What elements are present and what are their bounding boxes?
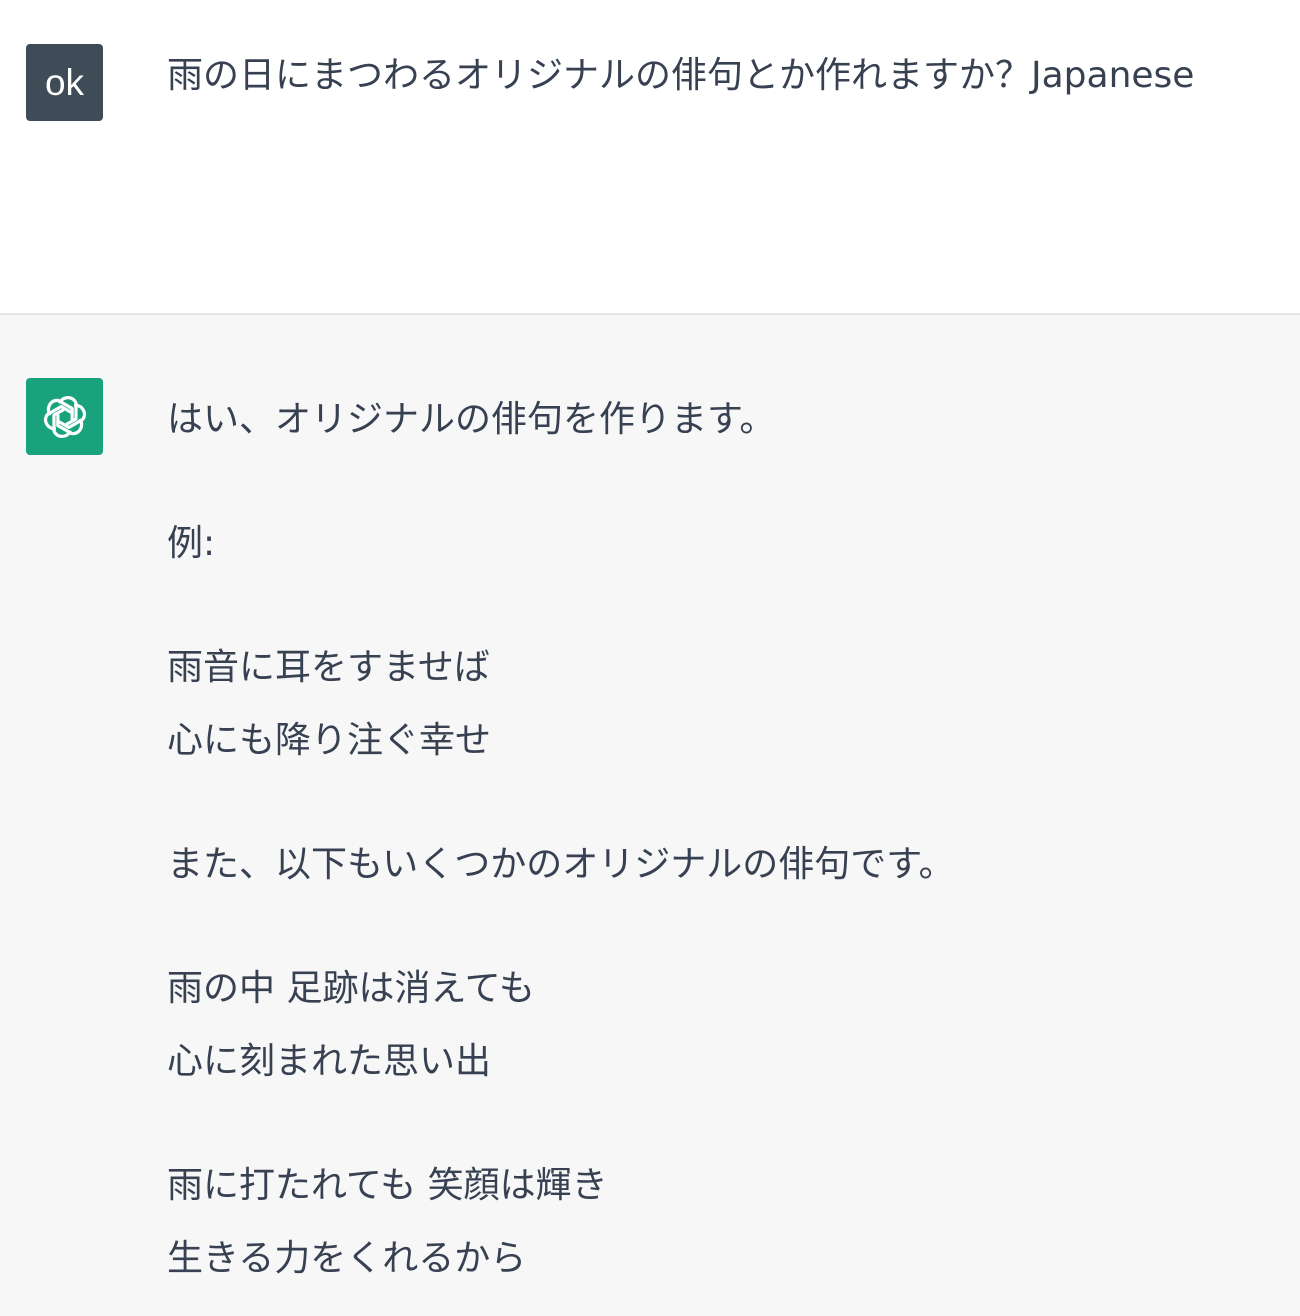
haiku-2-line-2: 心に刻まれた思い出 xyxy=(167,1041,492,1082)
user-message-text: 雨の日にまつわるオリジナルの俳句とか作れますか？Japanese xyxy=(167,55,1195,96)
assistant-intro-text: はい、オリジナルの俳句を作ります。 xyxy=(167,399,776,440)
assistant-avatar xyxy=(26,378,103,455)
assistant-message: はい、オリジナルの俳句を作ります。 例: 雨音に耳をすませば 心にも降り注ぐ幸せ… xyxy=(0,313,1300,1316)
more-haiku-intro-text: また、以下もいくつかのオリジナルの俳句です。 xyxy=(167,844,955,885)
example-label: 例: xyxy=(167,523,216,564)
openai-logo-icon xyxy=(43,395,86,438)
haiku-1: 雨音に耳をすませば 心にも降り注ぐ幸せ xyxy=(167,644,1260,765)
haiku-2: 雨の中 足跡は消えても 心に刻まれた思い出 xyxy=(167,965,1260,1086)
user-avatar-label: ok xyxy=(44,61,85,103)
chat-conversation: ok 雨の日にまつわるオリジナルの俳句とか作れますか？Japanese はい、オ… xyxy=(0,0,1300,1316)
haiku-2-line-1: 雨の中 足跡は消えても xyxy=(167,968,535,1009)
haiku-1-line-1: 雨音に耳をすませば xyxy=(167,647,490,688)
user-message: ok 雨の日にまつわるオリジナルの俳句とか作れますか？Japanese xyxy=(0,0,1300,313)
haiku-1-line-2: 心にも降り注ぐ幸せ xyxy=(167,720,492,761)
haiku-3-line-1: 雨に打たれても 笑顔は輝き xyxy=(167,1165,608,1206)
assistant-message-content: はい、オリジナルの俳句を作ります。 例: 雨音に耳をすませば 心にも降り注ぐ幸せ… xyxy=(167,396,1260,1283)
user-avatar: ok xyxy=(26,44,103,121)
user-message-content: 雨の日にまつわるオリジナルの俳句とか作れますか？Japanese xyxy=(167,52,1260,100)
haiku-3-line-2: 生きる力をくれるから xyxy=(167,1238,527,1279)
haiku-3: 雨に打たれても 笑顔は輝き 生きる力をくれるから xyxy=(167,1162,1260,1283)
